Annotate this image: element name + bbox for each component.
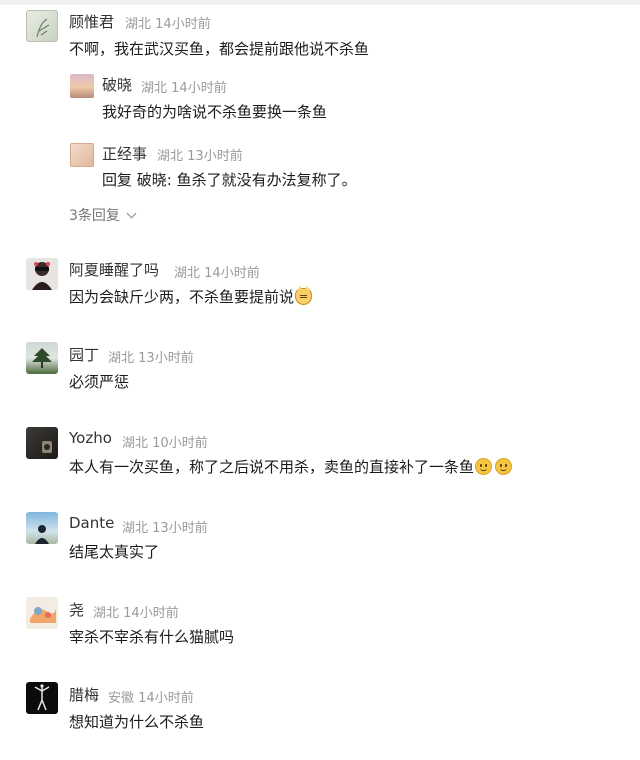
comment-meta: 安徽 14小时前 <box>108 687 194 706</box>
comment-location: 湖北 <box>108 351 135 366</box>
comment-meta: 湖北 14小时前 <box>125 13 211 32</box>
comment-time: 13小时前 <box>152 521 208 536</box>
expand-replies-button[interactable]: 3条回复 <box>69 205 137 225</box>
smile-emoji-icon <box>475 458 493 475</box>
dancer-silhouette-avatar[interactable] <box>26 682 58 714</box>
reply-text: 我好奇的为啥说不杀鱼要换一条鱼 <box>102 103 328 121</box>
reply-meta: 湖北 14小时前 <box>141 77 227 96</box>
hands-avatar[interactable] <box>70 143 94 167</box>
comment-text-body: 因为会缺斤少两，不杀鱼要提前说 <box>69 288 295 306</box>
person-sunglasses-avatar[interactable] <box>26 258 58 290</box>
comment-text: 不啊，我在武汉买鱼，都会提前跟他说不杀鱼 <box>69 40 370 58</box>
comment-username[interactable]: Dante <box>69 514 114 532</box>
comment-location: 湖北 <box>122 521 149 536</box>
comment-username[interactable]: 腊梅 <box>69 684 99 705</box>
dark-photo-avatar[interactable] <box>26 427 58 459</box>
comment-username[interactable]: 尧 <box>69 599 84 620</box>
replies-count-label: 3条回复 <box>69 208 120 224</box>
comment-time: 14小时前 <box>138 691 194 706</box>
comment-text: 结尾太真实了 <box>69 543 160 561</box>
cat-emoji-icon <box>295 286 313 305</box>
comment-time: 14小时前 <box>123 606 179 621</box>
top-divider <box>0 0 640 5</box>
comment-meta: 湖北 14小时前 <box>174 262 260 281</box>
comment-location: 湖北 <box>93 606 120 621</box>
comment-location: 湖北 <box>125 17 152 32</box>
comment-time: 14小时前 <box>204 266 260 281</box>
comment-location: 安徽 <box>108 691 135 706</box>
sketch-illustration-avatar[interactable] <box>26 10 58 42</box>
comment-text: 宰杀不宰杀有什么猫腻吗 <box>69 628 235 646</box>
reply-username[interactable]: 正经事 <box>102 143 147 164</box>
comment-time: 10小时前 <box>152 436 208 451</box>
comment-username[interactable]: 园丁 <box>69 344 99 365</box>
comment-time: 14小时前 <box>155 17 211 32</box>
comment-username[interactable]: Yozho <box>69 429 112 447</box>
silhouette-sky-avatar[interactable] <box>26 512 58 544</box>
colorful-art-avatar[interactable] <box>26 597 58 629</box>
chevron-down-icon <box>126 208 137 219</box>
comment-meta: 湖北 14小时前 <box>93 602 179 621</box>
reply-time: 14小时前 <box>171 81 227 96</box>
comment-time: 13小时前 <box>138 351 194 366</box>
sunset-sky-avatar[interactable] <box>70 74 94 98</box>
comment-meta: 湖北 13小时前 <box>122 517 208 536</box>
tree-landscape-avatar[interactable] <box>26 342 58 374</box>
reply-location: 湖北 <box>141 81 168 96</box>
comment-text: 想知道为什么不杀鱼 <box>69 713 205 731</box>
comment-location: 湖北 <box>122 436 149 451</box>
comment-text: 因为会缺斤少两，不杀鱼要提前说 <box>69 286 313 307</box>
comment-text: 本人有一次买鱼，称了之后说不用杀，卖鱼的直接补了一条鱼 <box>69 456 513 477</box>
reply-time: 13小时前 <box>187 149 243 164</box>
comment-username[interactable]: 阿夏睡醒了吗 <box>69 259 159 280</box>
comment-text: 必须严惩 <box>69 373 130 391</box>
smile-emoji-icon <box>495 458 513 475</box>
comment-location: 湖北 <box>174 266 201 281</box>
reply-location: 湖北 <box>157 149 184 164</box>
comment-meta: 湖北 13小时前 <box>108 347 194 366</box>
reply-meta: 湖北 13小时前 <box>157 145 243 164</box>
reply-username[interactable]: 破晓 <box>102 74 132 95</box>
comment-text-body: 本人有一次买鱼，称了之后说不用杀，卖鱼的直接补了一条鱼 <box>69 458 475 476</box>
reply-text: 回复 破晓: 鱼杀了就没有办法复称了。 <box>102 171 357 189</box>
comment-username[interactable]: 顾惟君 <box>69 11 114 32</box>
comment-meta: 湖北 10小时前 <box>122 432 208 451</box>
